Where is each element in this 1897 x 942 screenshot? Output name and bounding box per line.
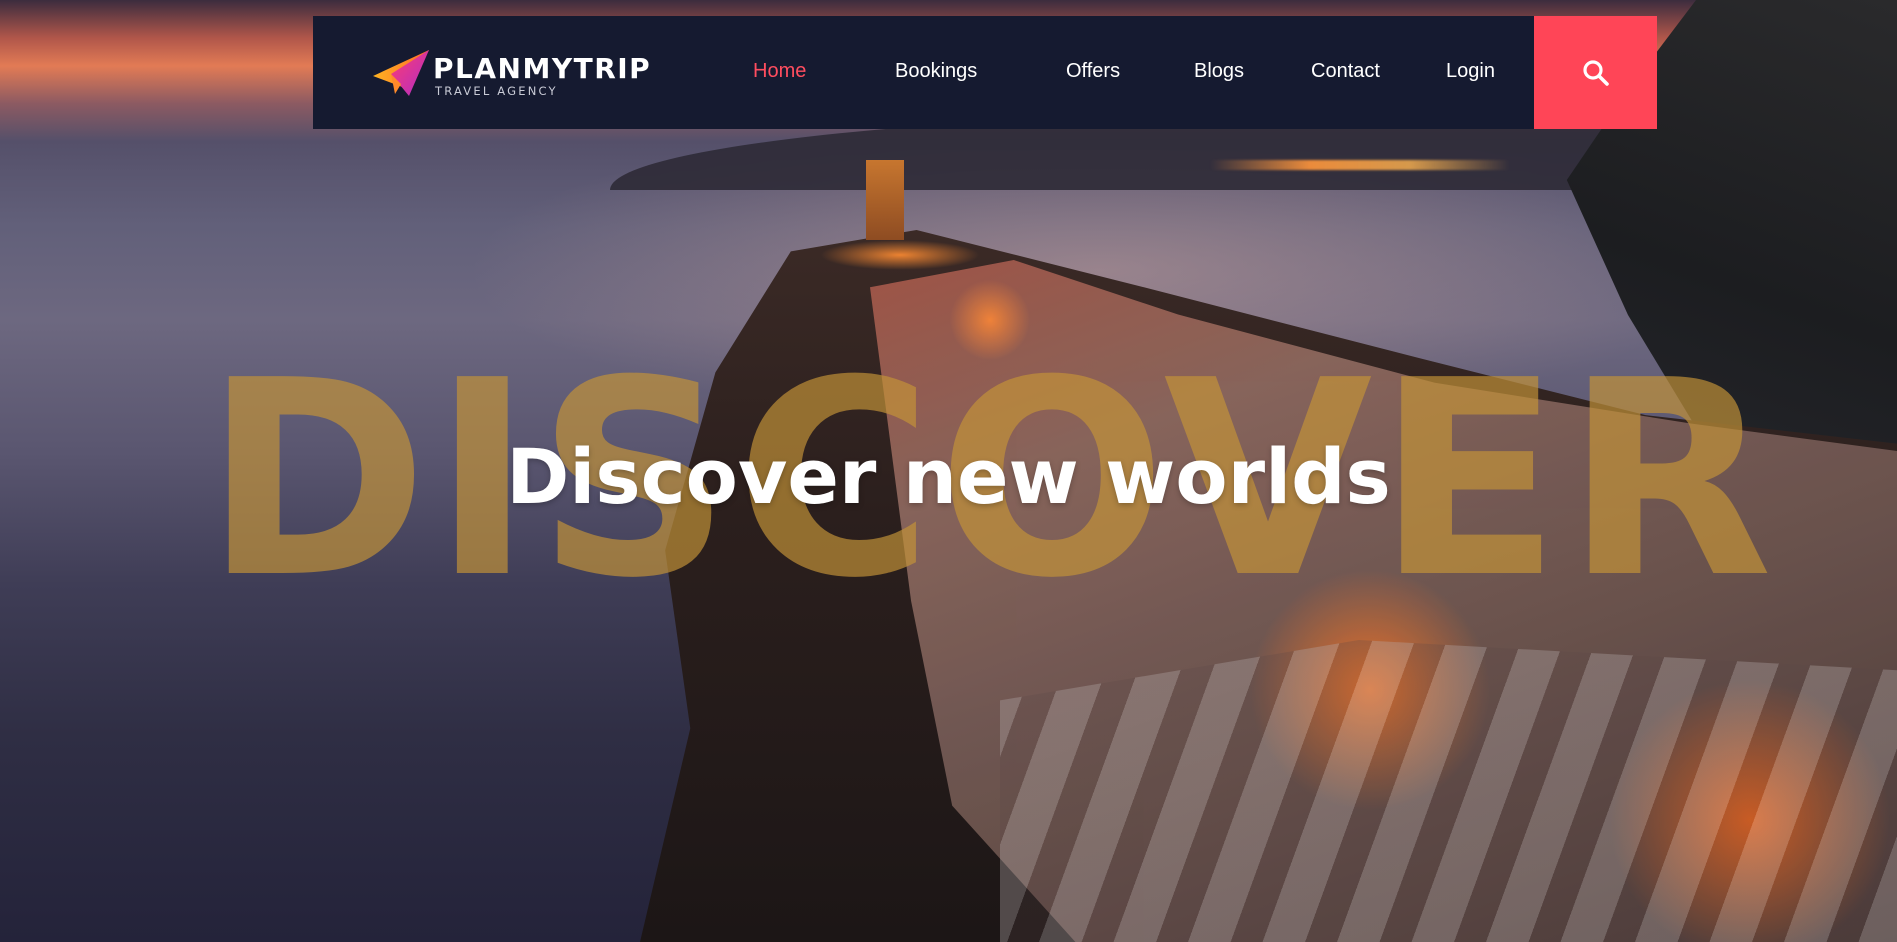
tower-glow [820, 240, 980, 270]
castle-tower [866, 160, 904, 240]
main-navbar: PLANMYTRIP TRAVEL AGENCY Home Bookings O… [313, 16, 1534, 129]
nav-home[interactable]: Home [753, 60, 806, 83]
nav-contact[interactable]: Contact [1311, 60, 1380, 83]
nav-login[interactable]: Login [1446, 60, 1495, 83]
distant-town-lights [1210, 160, 1510, 170]
nav-bookings[interactable]: Bookings [895, 60, 977, 83]
nav-offers[interactable]: Offers [1066, 60, 1120, 83]
nav-blogs[interactable]: Blogs [1194, 60, 1244, 83]
search-button[interactable] [1534, 16, 1657, 129]
town-rooftops [1000, 640, 1897, 942]
paper-plane-icon [373, 50, 429, 96]
brand-name: PLANMYTRIP [433, 52, 652, 85]
hero-headline: Discover new worlds [506, 432, 1391, 521]
search-icon [1582, 59, 1609, 86]
brand-tagline: TRAVEL AGENCY [435, 84, 558, 98]
brand-logo[interactable]: PLANMYTRIP TRAVEL AGENCY [371, 48, 671, 98]
